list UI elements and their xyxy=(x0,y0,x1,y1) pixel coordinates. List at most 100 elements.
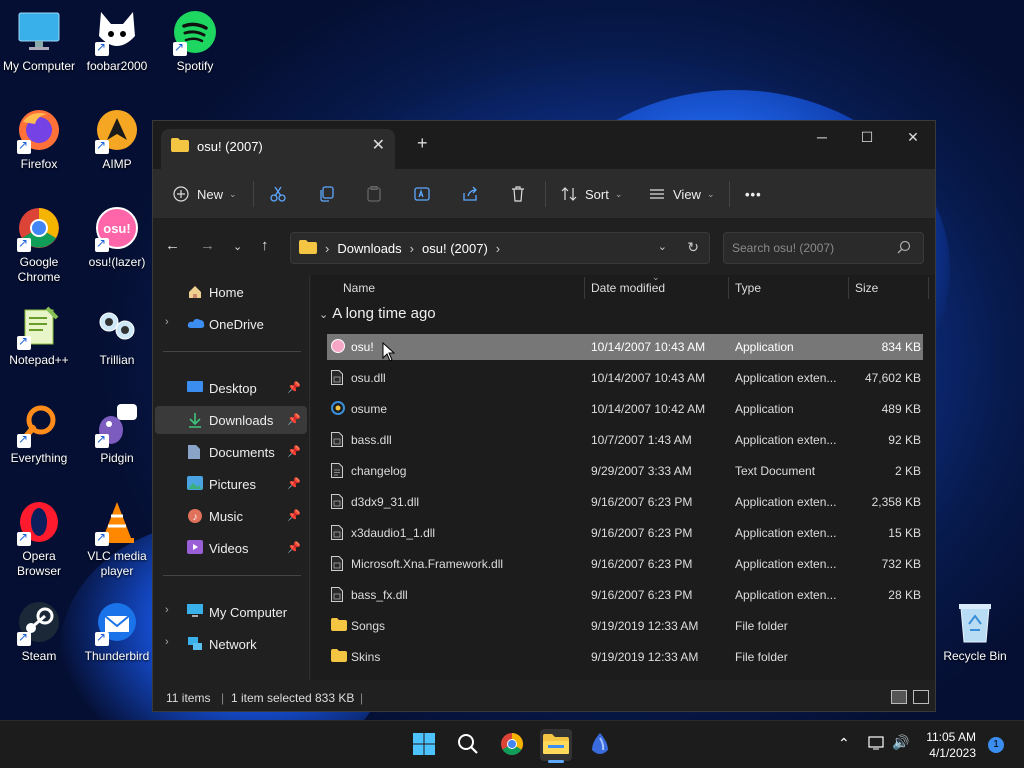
column-header-type[interactable]: Type xyxy=(735,275,761,301)
nav-item-my-computer[interactable]: › My Computer xyxy=(155,598,307,626)
nav-item-music[interactable]: ♪ Music 📌 xyxy=(155,502,307,530)
tab-osu-2007[interactable]: osu! (2007) ✕ xyxy=(161,129,395,169)
column-divider[interactable] xyxy=(928,277,929,299)
copy-button[interactable] xyxy=(318,169,334,219)
close-tab-icon[interactable]: ✕ xyxy=(372,135,385,155)
clock[interactable]: 11:05 AM 4/1/2023 xyxy=(912,729,976,761)
chevron-right-icon[interactable]: › xyxy=(165,636,169,648)
desktop-icon-notepad-plus-plus[interactable]: Notepad++ xyxy=(0,302,78,368)
nav-item-home[interactable]: Home xyxy=(155,278,307,306)
forward-arrow-icon[interactable]: → xyxy=(200,237,215,254)
file-type: Text Document xyxy=(735,464,816,478)
taskbar-app-button[interactable] xyxy=(584,729,616,761)
maximize-button[interactable]: ☐ xyxy=(852,129,882,146)
desktop-icon-pidgin[interactable]: Pidgin xyxy=(78,400,156,466)
volume-icon[interactable]: 🔊 xyxy=(892,734,909,751)
desktop-icon-label: Everything xyxy=(10,451,68,465)
search-box[interactable] xyxy=(723,232,924,264)
spotify-icon xyxy=(171,8,219,56)
refresh-icon[interactable]: ↻ xyxy=(687,239,699,256)
taskbar-file-explorer-button[interactable] xyxy=(540,729,572,763)
chrome-icon xyxy=(15,204,63,252)
chevron-right-icon[interactable]: › xyxy=(165,316,169,328)
more-options-button[interactable]: ••• xyxy=(745,169,762,219)
file-row[interactable]: bass_fx.dll 9/16/2007 6:23 PM Application … xyxy=(327,582,923,608)
desktop-icon-spotify[interactable]: Spotify xyxy=(156,8,234,74)
nav-item-videos[interactable]: Videos 📌 xyxy=(155,534,307,562)
desktop-icon-thunderbird[interactable]: Thunderbird xyxy=(78,598,156,664)
desktop-icon-steam[interactable]: Steam xyxy=(0,598,78,664)
desktop-icon-my-computer[interactable]: My Computer xyxy=(0,8,78,74)
cloud-icon xyxy=(187,316,205,333)
address-dropdown-icon[interactable]: ⌄ xyxy=(658,240,667,253)
chevron-right-icon[interactable]: › xyxy=(165,604,169,616)
desktop-icon-firefox[interactable]: Firefox xyxy=(0,106,78,172)
file-row[interactable]: osu! 10/14/2007 10:43 AM Application 834 KB xyxy=(327,334,923,360)
nav-item-documents[interactable]: Documents 📌 xyxy=(155,438,307,466)
nav-item-pictures[interactable]: Pictures 📌 xyxy=(155,470,307,498)
file-row[interactable]: Songs 9/19/2019 12:33 AM File folder xyxy=(327,613,923,639)
desktop-icon-recycle-bin[interactable]: Recycle Bin xyxy=(936,598,1014,664)
desktop-icon-osu-lazer[interactable]: osu! osu!(lazer) xyxy=(78,204,156,270)
shortcut-arrow-icon xyxy=(95,630,109,646)
shortcut-arrow-icon xyxy=(17,630,31,646)
breadcrumb-downloads[interactable]: Downloads xyxy=(337,241,401,256)
nav-item-network[interactable]: › Network xyxy=(155,630,307,658)
minimize-button[interactable]: ─ xyxy=(807,129,837,145)
tiles-view-button[interactable] xyxy=(913,690,929,704)
address-bar[interactable]: › Downloads › osu! (2007) › ⌄ ↻ xyxy=(290,232,710,264)
new-button[interactable]: New ⌄ xyxy=(173,169,237,219)
file-row[interactable]: osume 10/14/2007 10:42 AM Application 489 K… xyxy=(327,396,923,422)
column-divider[interactable] xyxy=(584,277,585,299)
sort-button[interactable]: Sort ⌄ xyxy=(561,169,622,219)
details-view-button[interactable] xyxy=(891,690,907,704)
desktop-icon-google-chrome[interactable]: Google Chrome xyxy=(0,204,78,285)
show-hidden-icons-chevron-icon[interactable]: ⌃ xyxy=(838,735,850,752)
view-button[interactable]: View ⌄ xyxy=(649,169,715,219)
new-tab-button[interactable]: + xyxy=(417,133,428,154)
column-header-size[interactable]: Size xyxy=(855,275,878,301)
scissors-icon xyxy=(270,186,286,202)
file-row[interactable]: bass.dll 10/7/2007 1:43 AM Application ext… xyxy=(327,427,923,453)
nav-item-onedrive[interactable]: › OneDrive xyxy=(155,310,307,338)
start-button[interactable] xyxy=(408,729,440,761)
column-header-name[interactable]: Name xyxy=(343,275,375,301)
breadcrumb-osu-2007[interactable]: osu! (2007) xyxy=(422,241,488,256)
delete-button[interactable] xyxy=(510,169,526,219)
desktop-icon-foobar2000[interactable]: foobar2000 xyxy=(78,8,156,74)
folder-icon xyxy=(331,649,347,665)
file-row[interactable]: Skins 9/19/2019 12:33 AM File folder xyxy=(327,644,923,670)
up-arrow-icon[interactable]: ↑ xyxy=(261,237,269,254)
network-status-icon[interactable] xyxy=(868,735,886,754)
nav-item-desktop[interactable]: Desktop 📌 xyxy=(155,374,307,402)
search-button[interactable] xyxy=(452,729,484,761)
desktop-icon-aimp[interactable]: AIMP xyxy=(78,106,156,172)
notification-badge[interactable]: 1 xyxy=(988,737,1004,753)
cut-button[interactable] xyxy=(270,169,286,219)
file-row[interactable]: x3daudio1_1.dll 9/16/2007 6:23 PM Applicat… xyxy=(327,520,923,546)
rename-button[interactable] xyxy=(414,169,430,219)
file-row[interactable]: osu.dll 10/14/2007 10:43 AM Application ex… xyxy=(327,365,923,391)
back-arrow-icon[interactable]: ← xyxy=(165,237,180,254)
file-row[interactable]: Microsoft.Xna.Framework.dll 9/16/2007 6:2… xyxy=(327,551,923,577)
group-header[interactable]: ⌄ A long time ago xyxy=(319,305,436,322)
nav-item-downloads[interactable]: Downloads 📌 xyxy=(155,406,307,434)
nav-label: Music xyxy=(209,508,243,524)
desktop-icon-vlc[interactable]: VLC media player xyxy=(78,498,156,579)
close-window-button[interactable]: ✕ xyxy=(898,129,928,146)
column-divider[interactable] xyxy=(848,277,849,299)
desktop-icon-everything[interactable]: Everything xyxy=(0,400,78,466)
search-input[interactable] xyxy=(732,241,892,255)
file-size: 47,602 KB xyxy=(864,371,921,385)
paste-button[interactable] xyxy=(366,169,382,219)
share-button[interactable] xyxy=(462,169,478,219)
column-divider[interactable] xyxy=(728,277,729,299)
shortcut-arrow-icon xyxy=(95,236,109,252)
taskbar-chrome-button[interactable] xyxy=(496,729,528,761)
mouse-cursor-icon xyxy=(382,342,396,362)
desktop-icon-trillian[interactable]: Trillian xyxy=(78,302,156,368)
desktop-icon-opera-browser[interactable]: Opera Browser xyxy=(0,498,78,579)
recent-locations-chevron-icon[interactable]: ⌄ xyxy=(233,240,242,253)
file-row[interactable]: d3dx9_31.dll 9/16/2007 6:23 PM Application… xyxy=(327,489,923,515)
file-row[interactable]: changelog 9/29/2007 3:33 AM Text Document 2… xyxy=(327,458,923,484)
